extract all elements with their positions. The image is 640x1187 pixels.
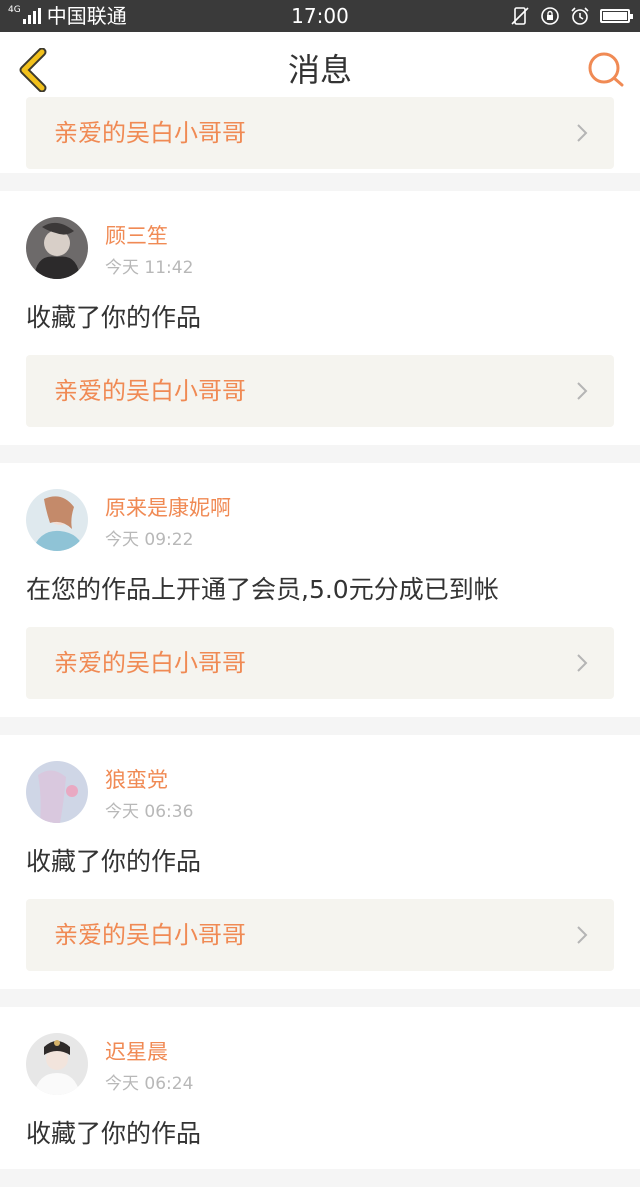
work-link[interactable]: 亲爱的吴白小哥哥	[26, 899, 614, 971]
username[interactable]: 原来是康妮啊	[105, 492, 231, 522]
chevron-right-icon	[577, 124, 588, 142]
avatar[interactable]	[26, 217, 88, 279]
work-link-title: 亲爱的吴白小哥哥	[54, 119, 246, 147]
vibrate-off-icon	[511, 7, 529, 25]
work-link-title: 亲爱的吴白小哥哥	[54, 921, 246, 949]
battery-icon	[600, 9, 633, 23]
message-text: 收藏了你的作品	[26, 303, 202, 332]
work-link[interactable]: 亲爱的吴白小哥哥	[26, 355, 614, 427]
work-link[interactable]: 亲爱的吴白小哥哥	[26, 97, 614, 169]
search-icon[interactable]	[586, 50, 626, 90]
rotation-lock-icon	[541, 7, 559, 25]
message-card: 狼蛮党 今天 06:36 收藏了你的作品 亲爱的吴白小哥哥	[0, 735, 640, 989]
work-link[interactable]: 亲爱的吴白小哥哥	[26, 627, 614, 699]
avatar[interactable]	[26, 489, 88, 551]
avatar[interactable]	[26, 1033, 88, 1095]
timestamp: 今天 06:36	[105, 802, 194, 822]
message-feed: 亲爱的吴白小哥哥 顾三笙 今天 11:42 收藏了你的作品 亲爱的吴白小哥哥 原…	[0, 97, 640, 1187]
timestamp: 今天 11:42	[105, 258, 194, 278]
username[interactable]: 顾三笙	[105, 220, 168, 250]
work-link-title: 亲爱的吴白小哥哥	[54, 649, 246, 677]
alarm-icon	[571, 7, 589, 25]
message-card: 亲爱的吴白小哥哥	[0, 97, 640, 173]
username[interactable]: 狼蛮党	[105, 764, 168, 794]
avatar[interactable]	[26, 761, 88, 823]
timestamp: 今天 09:22	[105, 530, 194, 550]
work-link-title: 亲爱的吴白小哥哥	[54, 377, 246, 405]
message-header: 迟星晨 今天 06:24	[26, 1033, 614, 1097]
chevron-right-icon	[577, 654, 588, 672]
chevron-right-icon	[577, 382, 588, 400]
chevron-right-icon	[577, 926, 588, 944]
message-header: 顾三笙 今天 11:42	[26, 217, 614, 281]
status-right	[510, 0, 633, 32]
timestamp: 今天 06:24	[105, 1074, 194, 1094]
username[interactable]: 迟星晨	[105, 1036, 168, 1066]
message-header: 原来是康妮啊 今天 09:22	[26, 489, 614, 553]
message-text: 收藏了你的作品	[26, 1119, 202, 1148]
message-header: 狼蛮党 今天 06:36	[26, 761, 614, 825]
message-card: 迟星晨 今天 06:24 收藏了你的作品	[0, 1007, 640, 1169]
message-card: 顾三笙 今天 11:42 收藏了你的作品 亲爱的吴白小哥哥	[0, 191, 640, 445]
message-text: 收藏了你的作品	[26, 847, 202, 876]
status-bar: 4G 中国联通 17:00	[0, 0, 640, 32]
message-card: 原来是康妮啊 今天 09:22 在您的作品上开通了会员,5.0元分成已到帐 亲爱…	[0, 463, 640, 717]
message-text: 在您的作品上开通了会员,5.0元分成已到帐	[26, 575, 499, 604]
